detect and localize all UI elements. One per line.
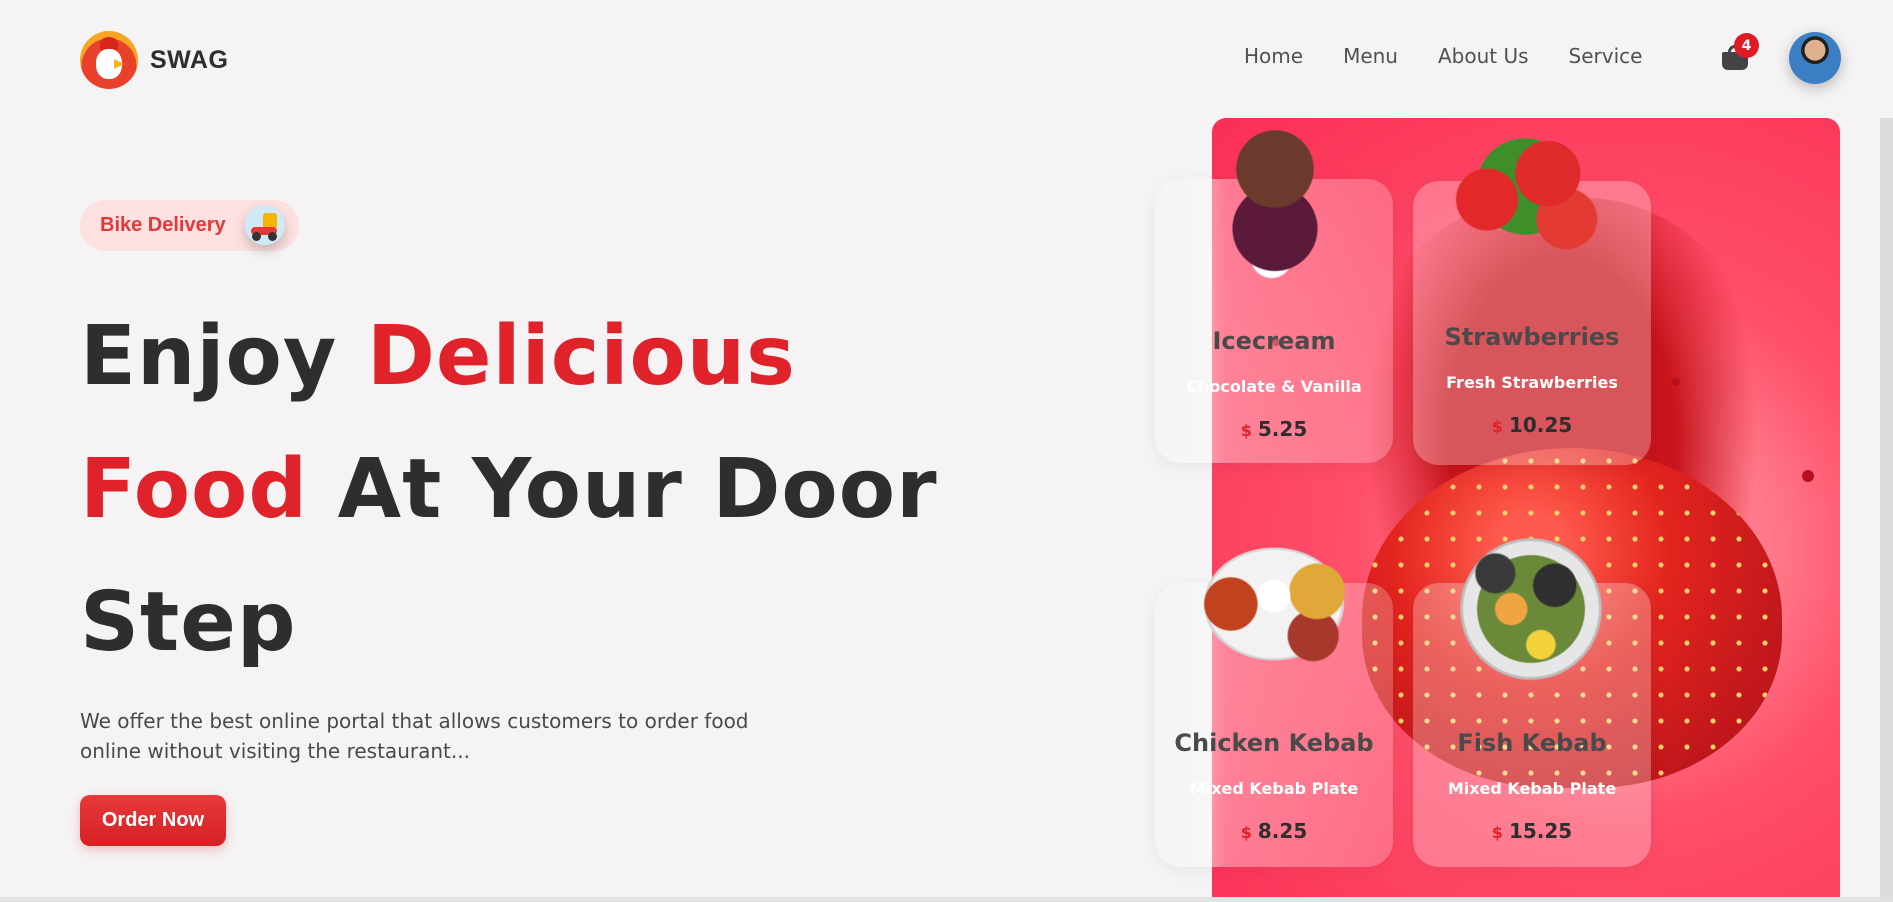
card-subtitle: Chocolate & Vanilla (1186, 377, 1362, 396)
card-subtitle: Mixed Kebab Plate (1447, 779, 1617, 798)
headline-part-1: Enjoy (80, 309, 367, 404)
card-title: Chicken Kebab (1174, 729, 1374, 757)
headline-part-3: Food (80, 442, 309, 537)
card-title: Icecream (1212, 327, 1336, 355)
card-price: $5.25 (1240, 417, 1308, 441)
cart-count-badge: 4 (1734, 33, 1759, 58)
headline-part-2: Delicious (366, 309, 796, 404)
headline-part-4: At Your Door (308, 442, 938, 537)
logo[interactable]: SWAG (80, 31, 228, 89)
header: SWAG Home Menu About Us Service 4 (0, 0, 1893, 116)
chicken-chef-logo-icon (80, 31, 138, 89)
scrollbar[interactable] (1880, 118, 1893, 902)
fish-kebab-image (1432, 510, 1630, 708)
user-avatar[interactable] (1789, 32, 1841, 84)
nav-item-service[interactable]: Service (1569, 44, 1643, 68)
card-subtitle: Mixed Kebab Plate (1189, 779, 1359, 798)
hero-headline: Enjoy Delicious Food At Your Door Step (80, 290, 980, 689)
hero-description: We offer the best online portal that all… (80, 709, 749, 763)
icecream-image (1190, 118, 1360, 288)
bike-delivery-badge: Bike Delivery (80, 200, 299, 251)
card-price: $8.25 (1240, 819, 1308, 843)
headline-part-5: Step (80, 575, 297, 670)
card-title: Strawberries (1444, 323, 1620, 351)
card-subtitle: Fresh Strawberries (1446, 373, 1618, 392)
chicken-kebab-image (1176, 525, 1372, 683)
brand-name: SWAG (150, 45, 229, 74)
order-now-button[interactable]: Order Now (80, 795, 226, 846)
bottom-divider (0, 897, 1893, 902)
badge-label: Bike Delivery (100, 214, 226, 236)
main-nav: Home Menu About Us Service (1244, 44, 1642, 68)
strawberries-image (1430, 128, 1620, 258)
card-price: $10.25 (1491, 413, 1573, 437)
card-title: Fish Kebab (1457, 729, 1607, 757)
nav-item-about-us[interactable]: About Us (1438, 44, 1529, 68)
delivery-bike-icon (245, 205, 285, 245)
nav-item-menu[interactable]: Menu (1343, 44, 1398, 68)
card-price: $15.25 (1491, 819, 1573, 843)
nav-item-home[interactable]: Home (1244, 44, 1303, 68)
